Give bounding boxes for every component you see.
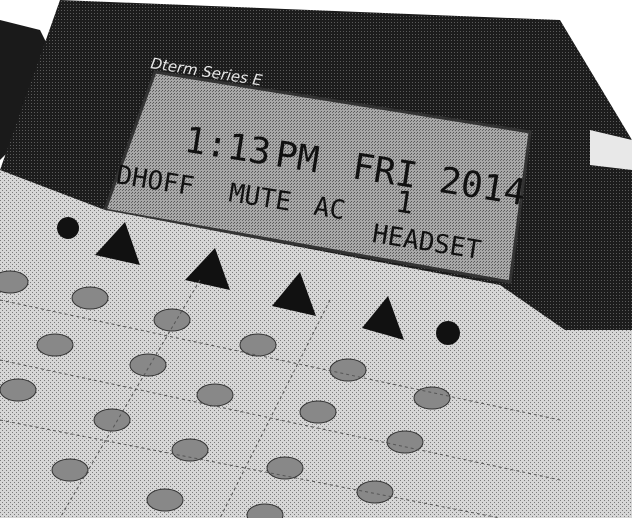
line-key[interactable] <box>71 286 109 310</box>
softkey-label-3: AC <box>312 192 348 227</box>
line-key[interactable] <box>299 400 337 424</box>
line-key[interactable] <box>356 480 394 504</box>
led-right <box>436 321 460 345</box>
line-key[interactable] <box>129 353 167 377</box>
line-key[interactable] <box>93 408 131 432</box>
line-key[interactable] <box>239 333 277 357</box>
line-key[interactable] <box>36 333 74 357</box>
line-key[interactable] <box>146 488 184 512</box>
line-key[interactable] <box>0 378 37 402</box>
line-key[interactable] <box>51 458 89 482</box>
line-key[interactable] <box>196 383 234 407</box>
lcd-ampm: PM <box>273 134 322 181</box>
phone-illustration: Dterm Series E NEC 1:13 PM FRI 2014 DHOF… <box>0 0 632 518</box>
led-left <box>57 217 79 239</box>
line-key[interactable] <box>413 386 451 410</box>
